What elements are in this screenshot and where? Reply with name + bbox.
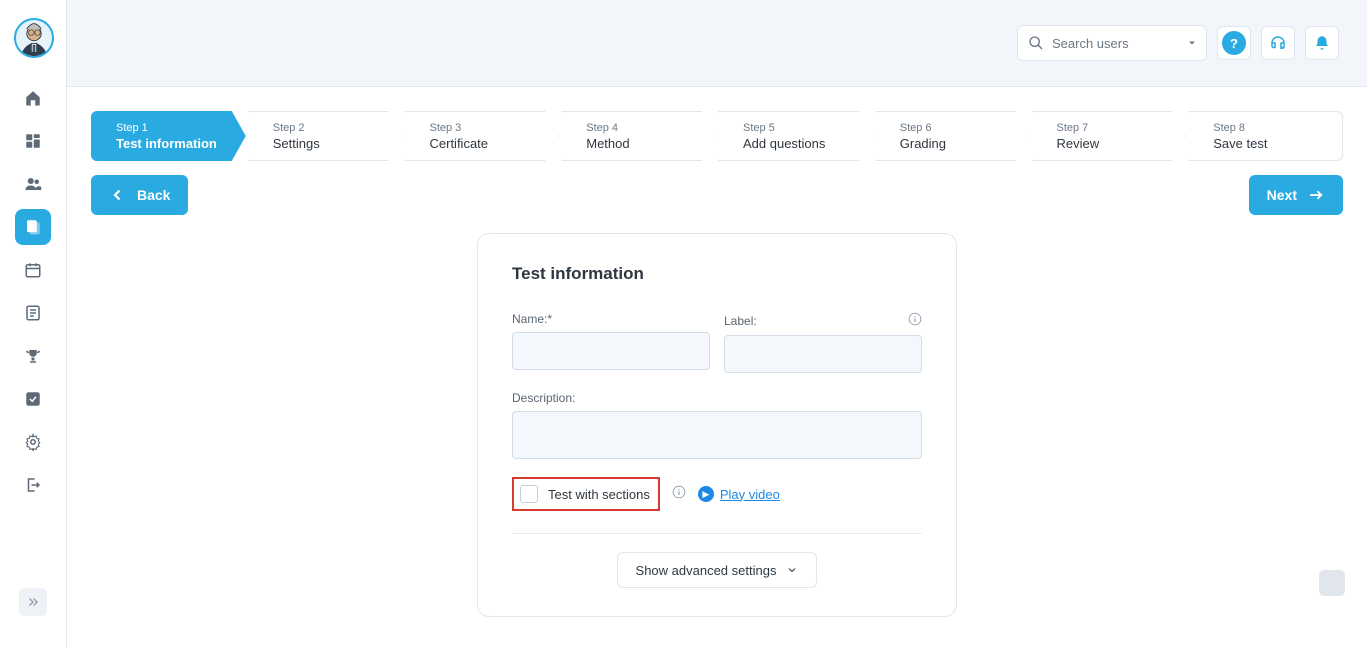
play-icon: ▶ — [698, 486, 714, 502]
back-label: Back — [137, 187, 170, 203]
back-button[interactable]: Back — [91, 175, 188, 215]
step-num: Step 2 — [273, 122, 388, 134]
description-label: Description: — [512, 391, 922, 405]
step-5[interactable]: Step 5 Add questions — [718, 111, 873, 161]
description-input[interactable] — [512, 411, 922, 459]
home-icon — [24, 89, 42, 107]
step-4[interactable]: Step 4 Method — [561, 111, 716, 161]
notifications-button[interactable] — [1305, 26, 1339, 60]
label-input[interactable] — [724, 335, 922, 373]
advanced-settings-button[interactable]: Show advanced settings — [617, 552, 818, 588]
sections-checkbox[interactable] — [520, 485, 538, 503]
step-num: Step 5 — [743, 122, 858, 134]
question-icon: ? — [1222, 31, 1246, 55]
wizard: Step 1 Test information Step 2 Settings … — [91, 111, 1343, 161]
name-label: Name:* — [512, 312, 710, 326]
check-icon — [24, 390, 42, 408]
chevron-down-icon — [786, 564, 798, 576]
users-icon — [24, 175, 42, 193]
nav-settings[interactable] — [15, 424, 51, 460]
label-info-icon[interactable] — [908, 312, 922, 329]
step-title: Review — [1057, 136, 1172, 151]
next-label: Next — [1267, 187, 1297, 203]
step-num: Step 1 — [116, 122, 231, 134]
test-info-card: Test information Name:* Label: — [477, 233, 957, 617]
step-1[interactable]: Step 1 Test information — [91, 111, 246, 161]
expand-sidebar-button[interactable] — [19, 588, 47, 616]
nav-dashboard[interactable] — [15, 123, 51, 159]
arrow-right-icon — [1307, 186, 1325, 204]
sections-label: Test with sections — [548, 487, 650, 502]
name-input[interactable] — [512, 332, 710, 370]
step-6[interactable]: Step 6 Grading — [875, 111, 1030, 161]
search-placeholder: Search users — [1052, 36, 1186, 51]
step-num: Step 7 — [1057, 122, 1172, 134]
arrow-left-icon — [109, 186, 127, 204]
surveys-icon — [24, 304, 42, 322]
headset-icon — [1269, 34, 1287, 52]
bell-icon — [1313, 34, 1331, 52]
step-title: Save test — [1213, 136, 1328, 151]
step-num: Step 3 — [430, 122, 545, 134]
nav — [0, 80, 66, 503]
sidebar — [0, 0, 67, 648]
label-label: Label: — [724, 312, 922, 329]
calendar-icon — [24, 261, 42, 279]
nav-tasks[interactable] — [15, 381, 51, 417]
gear-icon — [24, 433, 42, 451]
trophy-icon — [24, 347, 42, 365]
floating-helper[interactable] — [1319, 570, 1345, 596]
info-icon — [672, 485, 686, 499]
dashboard-icon — [24, 132, 42, 150]
step-3[interactable]: Step 3 Certificate — [405, 111, 560, 161]
search-icon — [1028, 35, 1044, 51]
step-title: Add questions — [743, 136, 858, 151]
nav-calendar[interactable] — [15, 252, 51, 288]
avatar[interactable] — [14, 18, 54, 58]
nav-tests[interactable] — [15, 209, 51, 245]
avatar-image — [16, 20, 52, 56]
card-title: Test information — [512, 264, 922, 284]
help-button[interactable]: ? — [1217, 26, 1251, 60]
support-button[interactable] — [1261, 26, 1295, 60]
next-button[interactable]: Next — [1249, 175, 1343, 215]
step-title: Test information — [116, 136, 231, 151]
step-num: Step 6 — [900, 122, 1015, 134]
caret-down-icon — [1186, 37, 1198, 49]
divider — [512, 533, 922, 534]
step-2[interactable]: Step 2 Settings — [248, 111, 403, 161]
nav-users[interactable] — [15, 166, 51, 202]
logout-icon — [24, 476, 42, 494]
chevron-double-right-icon — [26, 595, 40, 609]
topbar: Search users ? — [67, 0, 1367, 87]
step-num: Step 4 — [586, 122, 701, 134]
step-title: Grading — [900, 136, 1015, 151]
tests-icon — [24, 218, 42, 236]
play-video-label: Play video — [720, 487, 780, 502]
label-label-text: Label: — [724, 314, 757, 328]
nav-surveys[interactable] — [15, 295, 51, 331]
nav-home[interactable] — [15, 80, 51, 116]
step-title: Method — [586, 136, 701, 151]
nav-trophy[interactable] — [15, 338, 51, 374]
nav-logout[interactable] — [15, 467, 51, 503]
step-title: Certificate — [430, 136, 545, 151]
advanced-label: Show advanced settings — [636, 563, 777, 578]
info-icon — [908, 312, 922, 326]
sections-info-icon[interactable] — [672, 485, 686, 504]
step-7[interactable]: Step 7 Review — [1032, 111, 1187, 161]
main: Step 1 Test information Step 2 Settings … — [67, 87, 1367, 648]
step-8[interactable]: Step 8 Save test — [1188, 111, 1343, 161]
step-title: Settings — [273, 136, 388, 151]
sections-checkbox-highlight: Test with sections — [512, 477, 660, 511]
step-num: Step 8 — [1213, 122, 1328, 134]
play-video-link[interactable]: ▶ Play video — [698, 486, 780, 502]
search-users[interactable]: Search users — [1017, 25, 1207, 61]
